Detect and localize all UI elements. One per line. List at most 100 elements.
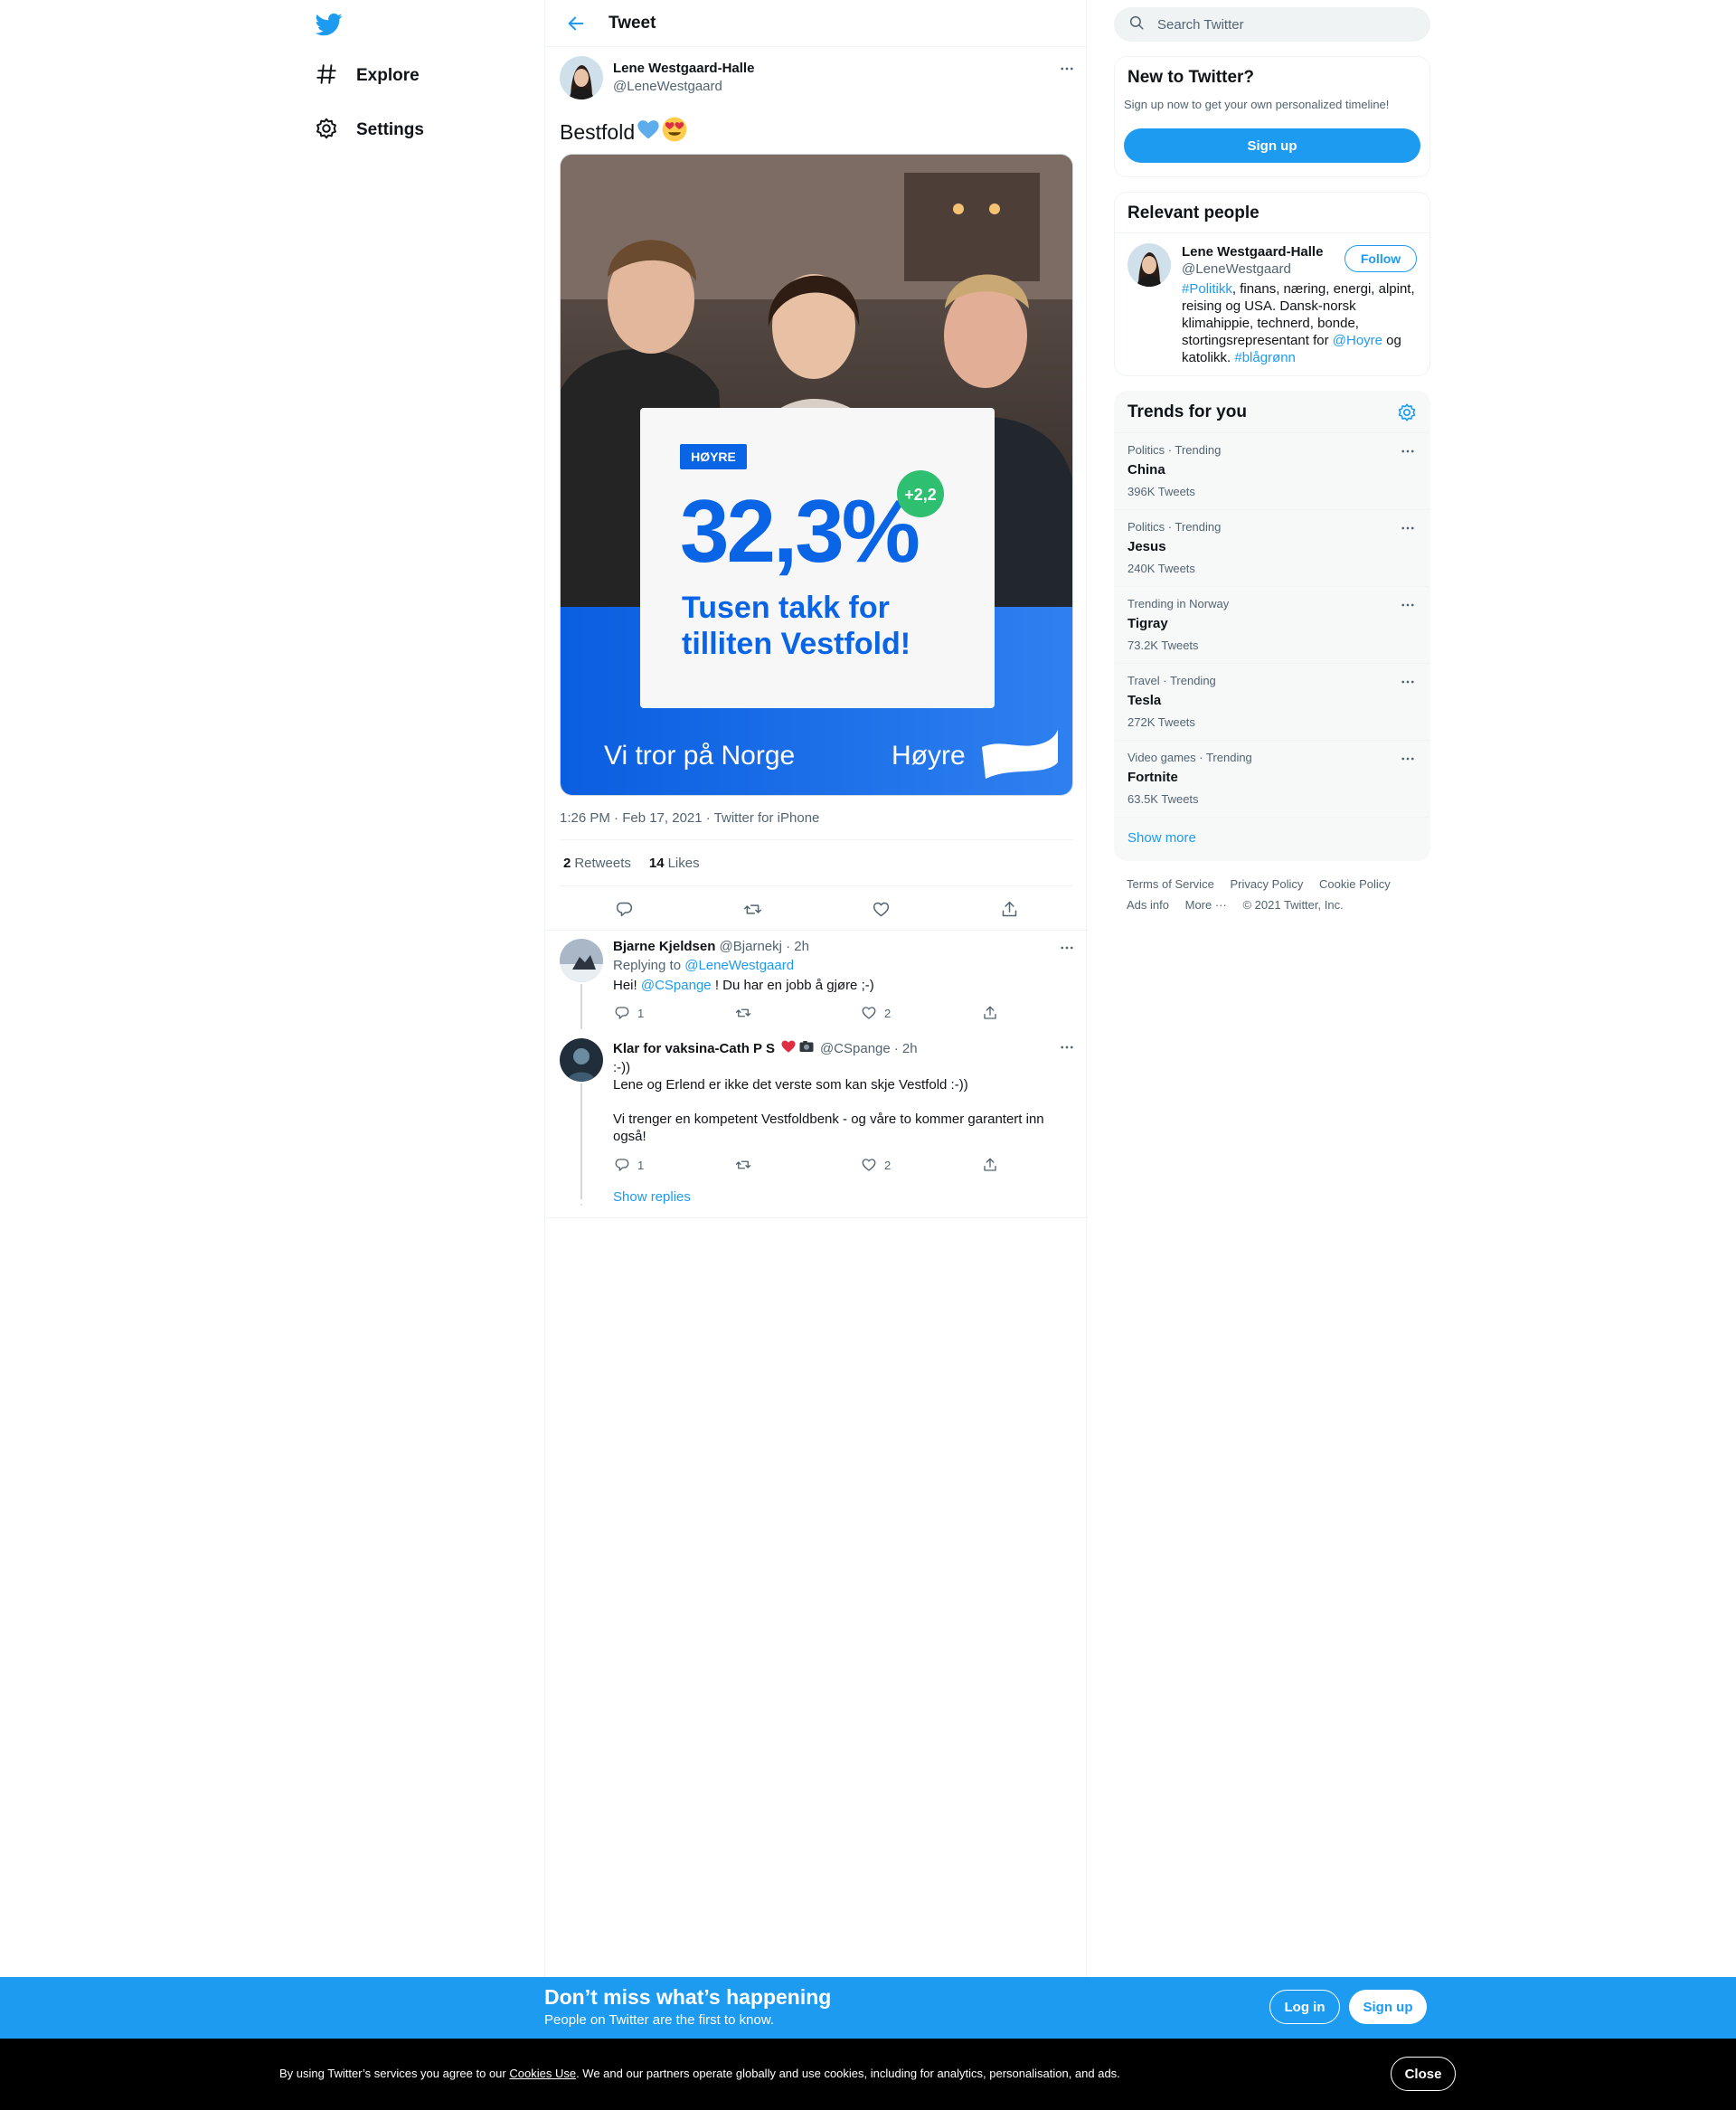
trend-item[interactable]: Video games · Trending Fortnite 63.5K Tw… — [1115, 740, 1429, 817]
trend-item[interactable]: Politics · Trending Jesus 240K Tweets — [1115, 509, 1429, 586]
reply-author-handle[interactable]: @CSpange — [820, 1041, 891, 1056]
trend-item[interactable]: Politics · Trending China 396K Tweets — [1115, 432, 1429, 509]
author-name[interactable]: Lene Westgaard-Halle — [613, 61, 754, 76]
reply-text-line-2: Lene og Erlend er ikke det verste som ka… — [613, 1077, 968, 1093]
reply-header: Klar for vaksina-Cath P S @CSpange · 2h — [613, 1038, 918, 1058]
share-icon[interactable] — [994, 894, 1024, 924]
reply-time[interactable]: · 2h — [894, 1041, 918, 1056]
search-bar[interactable] — [1114, 7, 1430, 42]
trend-name: Tigray — [1127, 616, 1168, 631]
like-icon — [862, 1007, 876, 1019]
new-to-twitter-title: New to Twitter? — [1127, 68, 1255, 87]
cookie-policy-link[interactable]: Cookie Policy — [1319, 877, 1391, 891]
like-icon[interactable] — [865, 894, 896, 924]
reply-like-button[interactable]: 2 — [861, 1002, 891, 1024]
cookie-close-button[interactable]: Close — [1391, 2057, 1456, 2091]
retweet-icon[interactable] — [737, 894, 768, 924]
replying-to-mention[interactable]: @LeneWestgaard — [684, 958, 794, 973]
retweet-icon — [735, 1008, 751, 1017]
trends-settings-gear-icon[interactable] — [1397, 402, 1419, 424]
follow-button[interactable]: Follow — [1344, 245, 1417, 272]
more-options-icon[interactable] — [1397, 594, 1419, 616]
reply-author-name[interactable]: Bjarne Kjeldsen — [613, 939, 715, 954]
tweet-image[interactable]: HØYRE 32,3% +2,2 Tusen takk for tilliten… — [560, 154, 1073, 796]
relevant-person-name[interactable]: Lene Westgaard-Halle — [1182, 244, 1323, 260]
trend-meta: Trending in Norway — [1127, 597, 1230, 610]
show-more-trends-link[interactable]: Show more — [1127, 830, 1196, 846]
retweet-icon — [735, 1160, 751, 1169]
reply-like-button[interactable]: 2 — [861, 1154, 891, 1176]
more-options-icon[interactable] — [1056, 1036, 1078, 1058]
reply-actions: 1 2 — [607, 1154, 1005, 1176]
reply-reply-button[interactable]: 1 — [614, 1154, 644, 1176]
cookies-use-link[interactable]: Cookies Use — [509, 2067, 576, 2080]
reply-retweet-button[interactable] — [735, 1002, 759, 1024]
banner-sign-up-button[interactable]: Sign up — [1349, 1990, 1427, 2024]
bio-line-2: reising og USA. Dansk-norsk — [1182, 298, 1356, 314]
reply-icon — [615, 1159, 629, 1171]
bio-hashtag-politikk[interactable]: #Politikk — [1182, 281, 1232, 297]
reply-avatar[interactable] — [560, 1038, 603, 1082]
trend-item[interactable]: Travel · Trending Tesla 272K Tweets — [1115, 663, 1429, 740]
tweet-timestamp[interactable]: 1:26 PM · Feb 17, 2021 · Twitter for iPh… — [560, 810, 819, 826]
tweet-text-container: Bestfold — [560, 116, 688, 148]
author-avatar[interactable] — [560, 56, 603, 99]
reply-text-line-3: Vi trenger en kompetent Vestfoldbenk - o… — [613, 1112, 1044, 1127]
reply-text-suffix: ! Du har en jobb å gjøre ;-) — [714, 978, 874, 993]
privacy-link[interactable]: Privacy Policy — [1230, 877, 1303, 891]
more-options-icon[interactable] — [1397, 517, 1419, 539]
nav-item-explore[interactable]: Explore — [315, 54, 420, 98]
reply-reply-button[interactable]: 1 — [614, 1002, 644, 1024]
ads-info-link[interactable]: Ads info — [1127, 898, 1169, 912]
reply-share-button[interactable] — [982, 1002, 1005, 1024]
like-icon — [862, 1159, 876, 1171]
thanks-line-1: Tusen takk for — [682, 591, 890, 625]
reply-retweet-button[interactable] — [735, 1154, 759, 1176]
more-options-icon[interactable] — [1056, 937, 1078, 959]
likes-label[interactable]: Likes — [668, 856, 700, 871]
reply-icon[interactable] — [609, 894, 639, 924]
relevant-person-bio: #Politikk, finans, næring, energi, alpin… — [1182, 280, 1422, 366]
like-count[interactable]: 14 — [649, 856, 665, 871]
page-header: Tweet — [545, 0, 1086, 47]
retweet-count[interactable]: 2 — [563, 856, 571, 871]
reply-avatar[interactable] — [560, 939, 603, 982]
search-input[interactable] — [1157, 16, 1410, 33]
sign-up-button[interactable]: Sign up — [1124, 128, 1420, 163]
replying-to: Replying to @LeneWestgaard — [613, 958, 794, 973]
reply-text-line-1: :-)) — [613, 1060, 631, 1075]
twitter-logo-icon[interactable] — [315, 11, 344, 38]
share-icon — [984, 1158, 996, 1171]
trend-item[interactable]: Trending in Norway Tigray 73.2K Tweets — [1115, 586, 1429, 663]
relevant-people-card: Relevant people Lene Westgaard-Halle @Le… — [1114, 192, 1430, 376]
show-replies-link[interactable]: Show replies — [613, 1189, 691, 1205]
reply-time[interactable]: · 2h — [786, 939, 809, 954]
terms-link[interactable]: Terms of Service — [1127, 877, 1214, 891]
trend-count: 240K Tweets — [1127, 562, 1195, 575]
reply-author-name[interactable]: Klar for vaksina-Cath P S — [613, 1041, 775, 1056]
reply-mention[interactable]: @CSpange — [641, 978, 712, 993]
bio-hashtag-blagronn[interactable]: #blågrønn — [1234, 350, 1296, 365]
trend-meta: Travel · Trending — [1127, 674, 1216, 687]
log-in-button[interactable]: Log in — [1269, 1990, 1340, 2024]
bio-mention-hoyre[interactable]: @Hoyre — [1333, 333, 1382, 348]
relevant-person-avatar[interactable] — [1127, 243, 1171, 287]
reply-text: Hei! @CSpange ! Du har en jobb å gjøre ;… — [613, 977, 1065, 994]
reply-tweet[interactable]: Bjarne Kjeldsen @Bjarnekj · 2h Replying … — [545, 930, 1088, 1029]
relevant-person-handle[interactable]: @LeneWestgaard — [1182, 261, 1291, 277]
more-options-icon[interactable] — [1397, 440, 1419, 462]
reply-tweet[interactable]: Klar for vaksina-Cath P S @CSpange · 2h … — [545, 1029, 1088, 1219]
more-options-icon[interactable] — [1056, 58, 1078, 80]
reply-actions: 1 2 — [607, 1002, 1005, 1024]
footer-links: Terms of Service Privacy Policy Cookie P… — [1127, 874, 1425, 915]
back-arrow-icon[interactable] — [561, 9, 590, 38]
nav-item-settings[interactable]: Settings — [315, 109, 424, 152]
retweets-label[interactable]: Retweets — [574, 856, 631, 871]
reply-count: 1 — [637, 1158, 645, 1172]
more-options-icon[interactable] — [1397, 748, 1419, 770]
reply-share-button[interactable] — [982, 1154, 1005, 1176]
more-link[interactable]: More ··· — [1185, 898, 1227, 912]
author-handle[interactable]: @LeneWestgaard — [613, 79, 722, 94]
more-options-icon[interactable] — [1397, 671, 1419, 693]
reply-author-handle[interactable]: @Bjarnekj — [720, 939, 782, 954]
